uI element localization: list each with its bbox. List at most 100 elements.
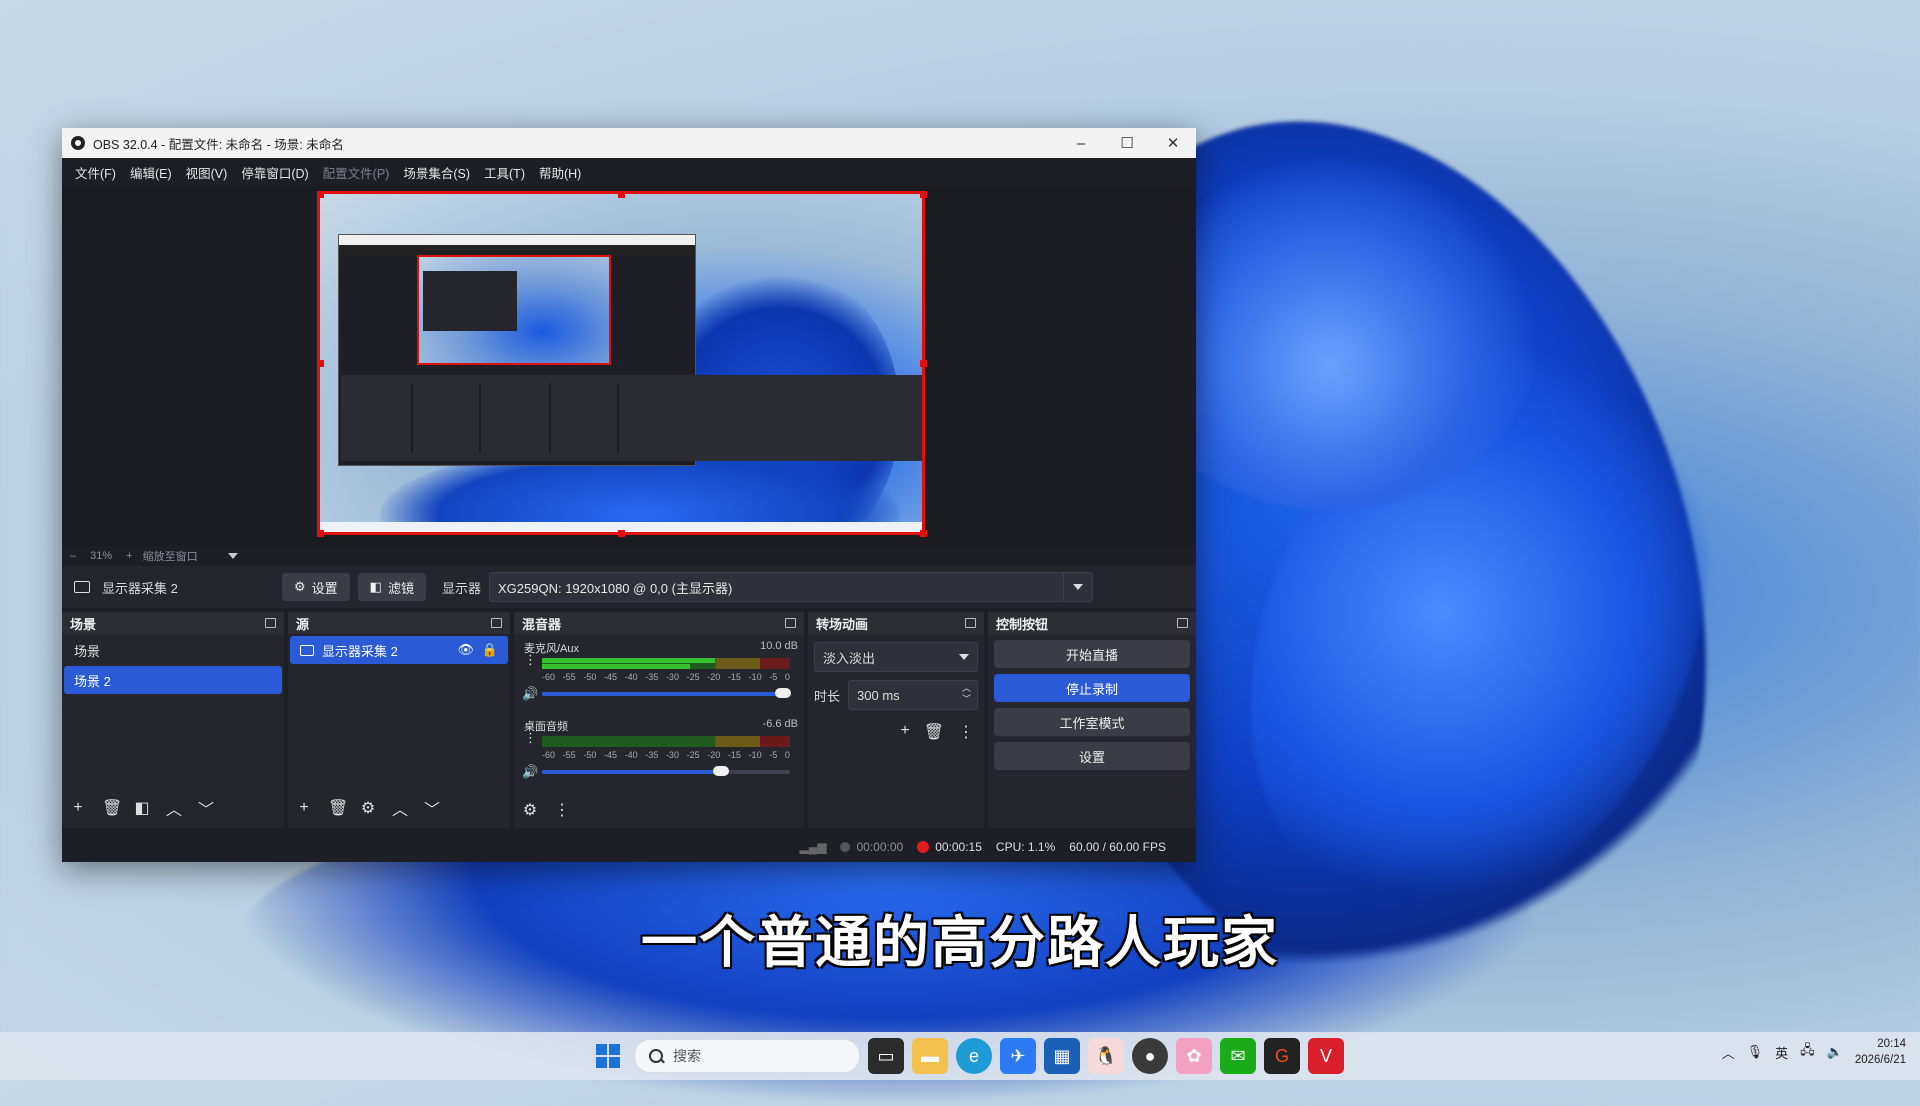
- minimize-button[interactable]: –: [1058, 128, 1104, 158]
- trash-icon[interactable]: 🗑: [102, 798, 122, 818]
- source-settings-button[interactable]: ⚙ 设置: [282, 573, 350, 601]
- scene-item[interactable]: 场景: [64, 636, 282, 664]
- add-icon[interactable]: +: [296, 799, 312, 817]
- clock[interactable]: 20:14 2026/6/21: [1855, 1036, 1906, 1068]
- gear-icon: ⚙: [294, 579, 306, 594]
- undock-icon[interactable]: [1177, 618, 1188, 628]
- record-icon: [917, 841, 930, 853]
- speaker-icon[interactable]: 🔊: [522, 686, 538, 702]
- chevron-down-icon[interactable]: [227, 553, 238, 559]
- meter-tick-label: -40: [624, 672, 638, 682]
- stop-recording-button[interactable]: 停止录制: [994, 674, 1190, 702]
- chevron-up-icon[interactable]: ︿: [1722, 1043, 1735, 1062]
- zoom-in-button[interactable]: +: [126, 550, 132, 562]
- source-item[interactable]: 显示器采集 2 👁 🔒: [290, 636, 508, 664]
- taskbar-search[interactable]: 搜索: [634, 1039, 860, 1073]
- settings-button[interactable]: 设置: [994, 742, 1190, 770]
- lock-icon[interactable]: 🔒: [482, 642, 498, 658]
- system-tray: ︿ 🎙 英 🖧 🔈 20:14 2026/6/21: [1722, 1036, 1906, 1068]
- wechat-icon[interactable]: ✉: [1220, 1038, 1256, 1074]
- obs-taskbar-icon[interactable]: ●: [1132, 1038, 1168, 1074]
- spin-arrows-icon[interactable]: ︿ ﹀: [962, 683, 971, 705]
- zoom-out-button[interactable]: –: [70, 550, 76, 562]
- app-v-icon[interactable]: V: [1308, 1038, 1344, 1074]
- scenes-dock-header: 场景: [62, 612, 284, 634]
- file-explorer-icon[interactable]: ▬: [912, 1038, 948, 1074]
- close-button[interactable]: ✕: [1150, 128, 1196, 158]
- down-icon[interactable]: ﹀: [198, 796, 214, 820]
- up-icon[interactable]: ︿: [392, 796, 408, 820]
- resize-handle[interactable]: [317, 191, 324, 198]
- trash-icon[interactable]: 🗑: [328, 798, 348, 818]
- speaker-icon[interactable]: 🔊: [522, 764, 538, 780]
- audio-meter: [542, 734, 790, 750]
- menu-profile[interactable]: 配置文件(P): [316, 163, 397, 182]
- start-streaming-button[interactable]: 开始直播: [994, 640, 1190, 668]
- down-icon[interactable]: ﹀: [424, 796, 440, 820]
- kebab-menu-icon[interactable]: ⋮: [524, 653, 537, 666]
- store-icon[interactable]: ▦: [1044, 1038, 1080, 1074]
- undock-icon[interactable]: [491, 618, 502, 628]
- task-view-icon[interactable]: ▭: [868, 1038, 904, 1074]
- menu-file[interactable]: 文件(F): [68, 163, 123, 182]
- chevron-down-icon[interactable]: [1063, 573, 1092, 601]
- add-icon[interactable]: +: [70, 799, 86, 817]
- resize-handle[interactable]: [618, 530, 625, 537]
- trash-icon[interactable]: 🗑: [924, 722, 944, 742]
- menu-edit[interactable]: 编辑(E): [123, 163, 179, 182]
- resize-handle[interactable]: [317, 530, 324, 537]
- volume-slider[interactable]: [542, 688, 791, 698]
- resize-handle[interactable]: [920, 191, 927, 198]
- window-title: OBS 32.0.4 - 配置文件: 未命名 - 场景: 未命名: [93, 137, 344, 152]
- add-icon[interactable]: +: [900, 722, 909, 742]
- app-icon[interactable]: ✿: [1176, 1038, 1212, 1074]
- menu-help[interactable]: 帮助(H): [532, 163, 588, 182]
- network-icon[interactable]: 🖧: [1800, 1041, 1815, 1063]
- display-select[interactable]: XG259QN: 1920x1080 @ 0,0 (主显示器): [489, 572, 1093, 602]
- eye-icon[interactable]: 👁: [457, 642, 474, 658]
- gear-icon[interactable]: ⚙: [360, 798, 376, 818]
- resize-handle[interactable]: [317, 360, 324, 367]
- kebab-menu-icon[interactable]: ⋮: [524, 731, 537, 744]
- resize-handle[interactable]: [920, 360, 927, 367]
- duration-spinbox[interactable]: 300 ms ︿ ﹀: [848, 680, 978, 710]
- undock-icon[interactable]: [785, 618, 796, 628]
- kebab-menu-icon[interactable]: ⋮: [554, 800, 570, 820]
- input-language[interactable]: 英: [1775, 1043, 1788, 1062]
- title-bar[interactable]: OBS 32.0.4 - 配置文件: 未命名 - 场景: 未命名 – ☐ ✕: [62, 128, 1196, 158]
- feishu-icon[interactable]: ✈: [1000, 1038, 1036, 1074]
- kebab-menu-icon[interactable]: ⋮: [958, 722, 974, 742]
- resize-handle[interactable]: [920, 530, 927, 537]
- volume-icon[interactable]: 🔈: [1827, 1044, 1843, 1060]
- app-g-icon[interactable]: G: [1264, 1038, 1300, 1074]
- edge-icon[interactable]: e: [956, 1038, 992, 1074]
- transition-select[interactable]: 淡入淡出: [814, 642, 978, 672]
- menu-scene-collection[interactable]: 场景集合(S): [396, 163, 477, 182]
- menu-docks[interactable]: 停靠窗口(D): [234, 163, 315, 182]
- gear-icon[interactable]: ⚙: [522, 800, 538, 820]
- preview-canvas[interactable]: [317, 191, 925, 535]
- maximize-button[interactable]: ☐: [1104, 128, 1150, 158]
- preview-area[interactable]: [62, 186, 1196, 546]
- zoom-mode[interactable]: 缩放至窗口: [143, 548, 198, 564]
- monitor-icon: [74, 581, 90, 593]
- channel-db: 10.0 dB: [760, 640, 798, 652]
- undock-icon[interactable]: [265, 618, 276, 628]
- up-icon[interactable]: ︿: [166, 796, 182, 820]
- undock-icon[interactable]: [965, 618, 976, 628]
- meter-tick-label: -50: [583, 672, 597, 682]
- scene-item-selected[interactable]: 场景 2: [64, 666, 282, 694]
- qq-icon[interactable]: 🐧: [1088, 1038, 1124, 1074]
- filter-icon[interactable]: ◧: [134, 798, 150, 818]
- volume-slider[interactable]: [542, 766, 790, 776]
- menu-view[interactable]: 视图(V): [179, 163, 235, 182]
- filters-button[interactable]: ◧ 滤镜: [357, 573, 426, 601]
- resize-handle[interactable]: [618, 191, 625, 198]
- studio-mode-button[interactable]: 工作室模式: [994, 708, 1190, 736]
- menu-tools[interactable]: 工具(T): [477, 163, 532, 182]
- windows-start-icon[interactable]: [590, 1038, 626, 1074]
- nested-obs-capture: [338, 234, 922, 466]
- search-icon: [649, 1049, 663, 1063]
- chevron-down-icon[interactable]: [959, 654, 969, 660]
- microphone-icon[interactable]: 🎙: [1747, 1044, 1764, 1060]
